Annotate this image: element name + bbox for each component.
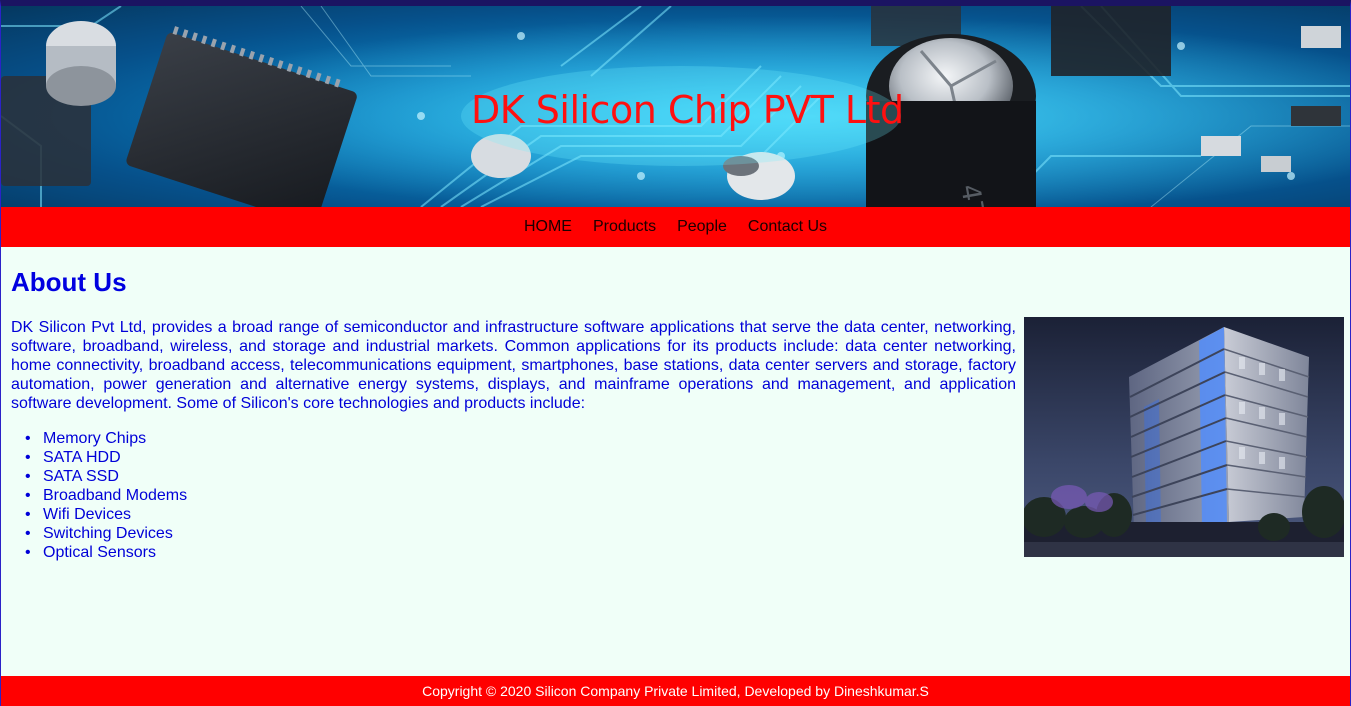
about-paragraph: DK Silicon Pvt Ltd, provides a broad ran… (11, 319, 1016, 412)
list-item: SATA SSD (25, 467, 187, 486)
copyright-text: Copyright © 2020 Silicon Company Private… (422, 683, 929, 699)
footer: Copyright © 2020 Silicon Company Private… (1, 676, 1350, 706)
list-item: Switching Devices (25, 524, 187, 543)
header-banner: 470 DK Silicon Chip PVT Ltd (1, 6, 1350, 207)
office-building-image (1024, 317, 1344, 557)
nav-contact-us[interactable]: Contact Us (748, 218, 827, 236)
main-nav: HOME Products People Contact Us (1, 207, 1350, 247)
site-title: DK Silicon Chip PVT Ltd (471, 88, 904, 132)
list-item: Wifi Devices (25, 505, 187, 524)
page: 470 DK Silicon Chip PVT Ltd HOME Product… (0, 0, 1351, 706)
list-item: Memory Chips (25, 429, 187, 448)
nav-home[interactable]: HOME (524, 218, 572, 236)
nav-people[interactable]: People (677, 218, 727, 236)
list-item: SATA HDD (25, 448, 187, 467)
product-list: Memory Chips SATA HDD SATA SSD Broadband… (25, 429, 187, 562)
list-item: Broadband Modems (25, 486, 187, 505)
list-item: Optical Sensors (25, 543, 187, 562)
nav-products[interactable]: Products (593, 218, 656, 236)
page-title: About Us (11, 267, 127, 297)
